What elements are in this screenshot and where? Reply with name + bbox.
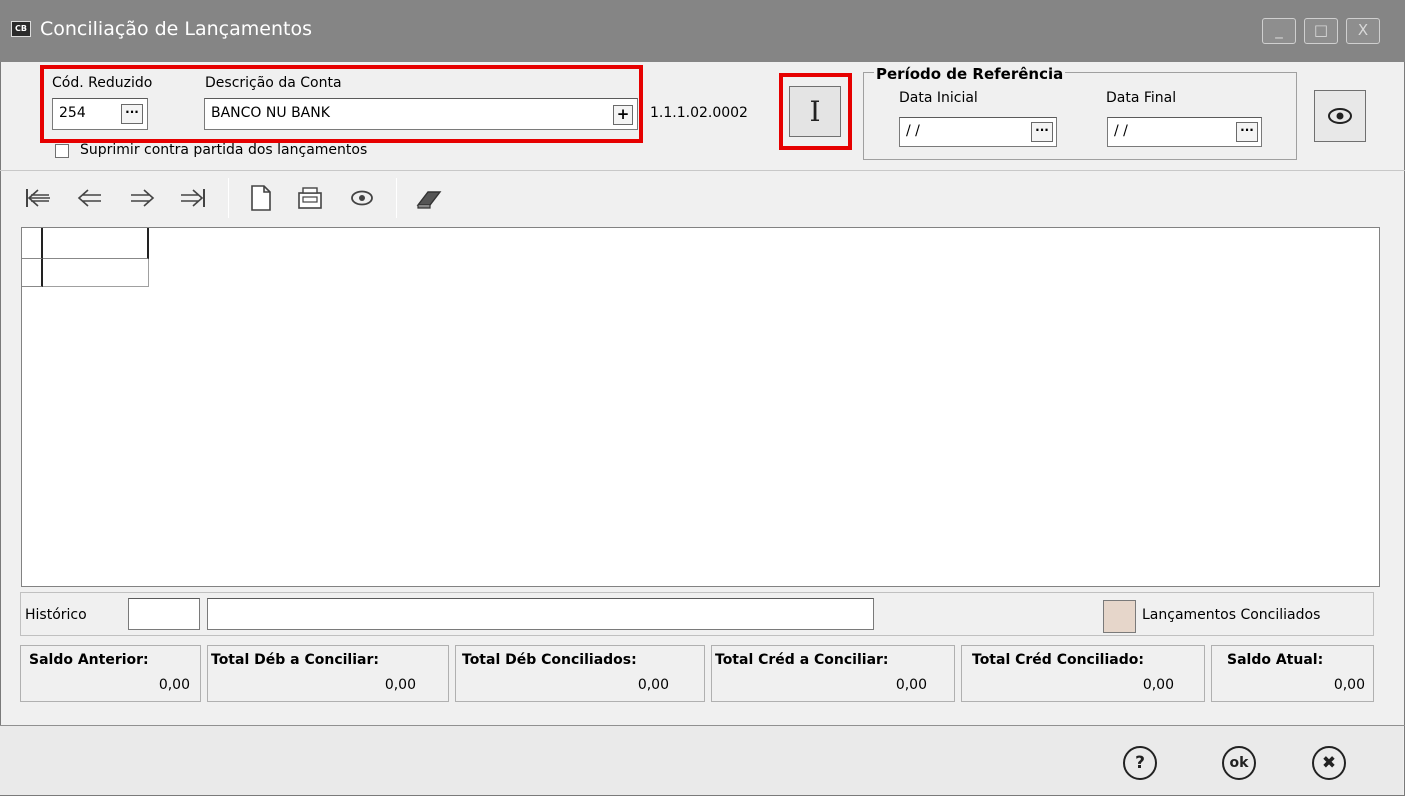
app-icon: CB [11,21,31,37]
right-arrow-icon [131,189,155,207]
end-date-picker-button[interactable]: ··· [1236,122,1258,142]
period-title: Período de Referência [874,65,1066,83]
cash-register-icon [298,187,322,209]
end-date-value: / / [1114,123,1128,139]
close-button[interactable]: X [1346,18,1380,44]
next-record-button[interactable] [122,178,162,218]
total-label: Saldo Anterior: [29,652,149,668]
help-button[interactable]: ? [1123,746,1157,780]
suppress-checkbox[interactable] [55,144,69,158]
previous-record-button[interactable] [70,178,110,218]
total-saldo-anterior: Saldo Anterior: 0,00 [20,645,201,702]
window-title: Conciliação de Lançamentos [40,18,312,40]
grid-corner-cell [22,228,43,259]
total-label: Saldo Atual: [1227,652,1324,668]
toolbar-top-divider [0,170,1405,171]
grid-row-indicator[interactable] [22,259,43,287]
last-record-button[interactable] [172,178,212,218]
account-code-label: 1.1.1.02.0002 [650,105,748,121]
minimize-button[interactable]: _ [1262,18,1296,44]
entries-grid[interactable] [21,227,1380,587]
reconciled-legend-label: Lançamentos Conciliados [1142,607,1321,623]
toolbar-separator [228,178,229,218]
eraser-button[interactable] [408,178,448,218]
title-bar[interactable]: CB Conciliação de Lançamentos _ □ X [0,0,1405,62]
end-date-label: Data Final [1106,90,1177,106]
import-button[interactable]: I [789,86,841,137]
total-cred-conciliado: Total Créd Conciliado: 0,00 [961,645,1205,702]
ok-button[interactable]: ok [1222,746,1256,780]
total-label: Total Créd Conciliado: [972,652,1144,668]
start-date-value: / / [906,123,920,139]
maximize-button[interactable]: □ [1304,18,1338,44]
total-value: 0,00 [1333,677,1365,693]
total-saldo-atual: Saldo Atual: 0,00 [1211,645,1374,702]
grid-header-cell[interactable] [43,228,149,259]
total-deb-a-conciliar: Total Déb a Conciliar: 0,00 [207,645,449,702]
total-cred-a-conciliar: Total Créd a Conciliar: 0,00 [711,645,955,702]
total-value: 0,00 [1142,677,1174,693]
new-document-button[interactable] [240,178,280,218]
total-value: 0,00 [384,677,416,693]
historico-text-field[interactable] [207,598,874,630]
start-date-label: Data Inicial [899,90,978,106]
total-label: Total Déb a Conciliar: [211,652,379,668]
left-arrow-icon [77,189,101,207]
total-value: 0,00 [637,677,669,693]
view-button[interactable] [1314,90,1366,142]
cancel-button[interactable]: ✖ [1312,746,1346,780]
total-label: Total Déb Conciliados: [462,652,637,668]
account-highlight-box [40,65,643,143]
cash-register-button[interactable] [290,178,330,218]
suppress-label: Suprimir contra partida dos lançamentos [80,142,368,158]
first-record-button[interactable] [18,178,58,218]
last-arrow-icon [181,189,205,207]
eye-icon [1328,108,1352,124]
toolbar-separator [396,178,397,218]
grid-cell[interactable] [43,259,149,287]
total-value: 0,00 [895,677,927,693]
first-arrow-icon [26,189,50,207]
eye-icon [351,190,373,206]
historico-code-field[interactable] [128,598,200,630]
new-document-icon [251,185,271,211]
start-date-picker-button[interactable]: ··· [1031,122,1053,142]
total-deb-conciliados: Total Déb Conciliados: 0,00 [455,645,705,702]
preview-button[interactable] [342,178,382,218]
total-value: 0,00 [158,677,190,693]
total-label: Total Créd a Conciliar: [715,652,889,668]
reconciled-color-swatch [1103,600,1136,633]
bottom-bar [0,726,1403,795]
historico-label: Histórico [25,607,87,623]
eraser-icon [416,191,442,209]
